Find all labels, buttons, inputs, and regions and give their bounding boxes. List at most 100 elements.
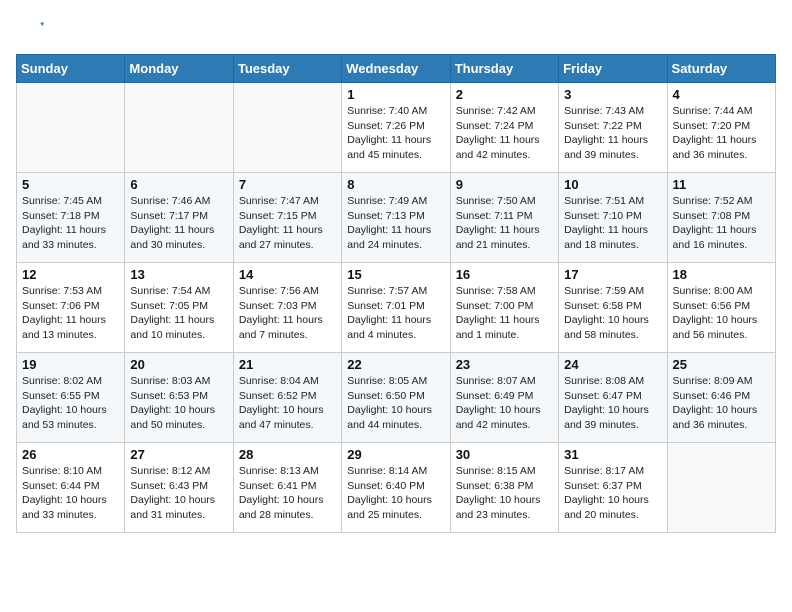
- day-cell: 3 Sunrise: 7:43 AM Sunset: 7:22 PM Daylig…: [559, 83, 667, 173]
- day-cell: 6 Sunrise: 7:46 AM Sunset: 7:17 PM Daylig…: [125, 173, 233, 263]
- day-number: 11: [673, 177, 770, 192]
- day-number: 14: [239, 267, 336, 282]
- day-number: 21: [239, 357, 336, 372]
- col-header-saturday: Saturday: [667, 55, 775, 83]
- day-info: Sunrise: 7:46 AM Sunset: 7:17 PM Dayligh…: [130, 194, 227, 253]
- day-cell: 25Sunrise: 8:09 AM Sunset: 6:46 PM Dayli…: [667, 353, 775, 443]
- day-info: Sunrise: 7:59 AM Sunset: 6:58 PM Dayligh…: [564, 284, 661, 343]
- day-number: 30: [456, 447, 553, 462]
- logo-icon: [16, 16, 44, 44]
- day-number: 16: [456, 267, 553, 282]
- day-number: 27: [130, 447, 227, 462]
- day-cell: 5Sunrise: 7:45 AM Sunset: 7:18 PM Daylig…: [17, 173, 125, 263]
- logo: [16, 16, 48, 44]
- day-info: Sunrise: 8:02 AM Sunset: 6:55 PM Dayligh…: [22, 374, 119, 433]
- day-cell: 17 Sunrise: 7:59 AM Sunset: 6:58 PM Dayli…: [559, 263, 667, 353]
- day-number: 13: [130, 267, 227, 282]
- day-cell: 7 Sunrise: 7:47 AM Sunset: 7:15 PM Daylig…: [233, 173, 341, 263]
- col-header-friday: Friday: [559, 55, 667, 83]
- day-cell: 14Sunrise: 7:56 AM Sunset: 7:03 PM Dayli…: [233, 263, 341, 353]
- day-number: 1: [347, 87, 444, 102]
- day-info: Sunrise: 7:44 AM Sunset: 7:20 PM Dayligh…: [673, 104, 770, 163]
- day-number: 7: [239, 177, 336, 192]
- day-cell: 2 Sunrise: 7:42 AM Sunset: 7:24 PM Daylig…: [450, 83, 558, 173]
- day-info: Sunrise: 8:17 AM Sunset: 6:37 PM Dayligh…: [564, 464, 661, 523]
- day-cell: 1 Sunrise: 7:40 AM Sunset: 7:26 PM Daylig…: [342, 83, 450, 173]
- week-row-3: 12 Sunrise: 7:53 AM Sunset: 7:06 PM Dayli…: [17, 263, 776, 353]
- day-number: 2: [456, 87, 553, 102]
- day-info: Sunrise: 8:12 AM Sunset: 6:43 PM Dayligh…: [130, 464, 227, 523]
- day-cell: 18 Sunrise: 8:00 AM Sunset: 6:56 PM Dayli…: [667, 263, 775, 353]
- calendar-table: SundayMondayTuesdayWednesdayThursdayFrid…: [16, 54, 776, 533]
- day-number: 10: [564, 177, 661, 192]
- day-number: 20: [130, 357, 227, 372]
- day-cell: 13 Sunrise: 7:54 AM Sunset: 7:05 PM Dayli…: [125, 263, 233, 353]
- day-cell: [17, 83, 125, 173]
- day-number: 25: [673, 357, 770, 372]
- day-info: Sunrise: 8:00 AM Sunset: 6:56 PM Dayligh…: [673, 284, 770, 343]
- day-number: 12: [22, 267, 119, 282]
- day-info: Sunrise: 7:52 AM Sunset: 7:08 PM Dayligh…: [673, 194, 770, 253]
- col-header-tuesday: Tuesday: [233, 55, 341, 83]
- day-number: 8: [347, 177, 444, 192]
- day-number: 19: [22, 357, 119, 372]
- day-cell: 26 Sunrise: 8:10 AM Sunset: 6:44 PM Dayli…: [17, 443, 125, 533]
- day-info: Sunrise: 8:13 AM Sunset: 6:41 PM Dayligh…: [239, 464, 336, 523]
- day-number: 6: [130, 177, 227, 192]
- day-cell: 15 Sunrise: 7:57 AM Sunset: 7:01 PM Dayli…: [342, 263, 450, 353]
- day-number: 26: [22, 447, 119, 462]
- col-header-sunday: Sunday: [17, 55, 125, 83]
- day-info: Sunrise: 8:03 AM Sunset: 6:53 PM Dayligh…: [130, 374, 227, 433]
- day-info: Sunrise: 7:42 AM Sunset: 7:24 PM Dayligh…: [456, 104, 553, 163]
- day-info: Sunrise: 7:43 AM Sunset: 7:22 PM Dayligh…: [564, 104, 661, 163]
- day-cell: [125, 83, 233, 173]
- day-info: Sunrise: 8:05 AM Sunset: 6:50 PM Dayligh…: [347, 374, 444, 433]
- day-info: Sunrise: 7:40 AM Sunset: 7:26 PM Dayligh…: [347, 104, 444, 163]
- day-info: Sunrise: 8:10 AM Sunset: 6:44 PM Dayligh…: [22, 464, 119, 523]
- day-cell: 20 Sunrise: 8:03 AM Sunset: 6:53 PM Dayli…: [125, 353, 233, 443]
- day-cell: 19 Sunrise: 8:02 AM Sunset: 6:55 PM Dayli…: [17, 353, 125, 443]
- day-cell: 16 Sunrise: 7:58 AM Sunset: 7:00 PM Dayli…: [450, 263, 558, 353]
- day-info: Sunrise: 8:04 AM Sunset: 6:52 PM Dayligh…: [239, 374, 336, 433]
- day-info: Sunrise: 7:47 AM Sunset: 7:15 PM Dayligh…: [239, 194, 336, 253]
- day-number: 22: [347, 357, 444, 372]
- col-header-wednesday: Wednesday: [342, 55, 450, 83]
- page-header: [16, 16, 776, 44]
- week-row-4: 19 Sunrise: 8:02 AM Sunset: 6:55 PM Dayli…: [17, 353, 776, 443]
- day-number: 15: [347, 267, 444, 282]
- week-row-1: 1 Sunrise: 7:40 AM Sunset: 7:26 PM Daylig…: [17, 83, 776, 173]
- day-cell: [667, 443, 775, 533]
- day-number: 23: [456, 357, 553, 372]
- day-number: 18: [673, 267, 770, 282]
- day-cell: [233, 83, 341, 173]
- day-cell: 11 Sunrise: 7:52 AM Sunset: 7:08 PM Dayli…: [667, 173, 775, 263]
- day-cell: 9 Sunrise: 7:50 AM Sunset: 7:11 PM Daylig…: [450, 173, 558, 263]
- day-number: 24: [564, 357, 661, 372]
- day-cell: 21 Sunrise: 8:04 AM Sunset: 6:52 PM Dayli…: [233, 353, 341, 443]
- day-cell: 12 Sunrise: 7:53 AM Sunset: 7:06 PM Dayli…: [17, 263, 125, 353]
- day-number: 3: [564, 87, 661, 102]
- day-number: 17: [564, 267, 661, 282]
- day-cell: 8 Sunrise: 7:49 AM Sunset: 7:13 PM Daylig…: [342, 173, 450, 263]
- day-info: Sunrise: 7:49 AM Sunset: 7:13 PM Dayligh…: [347, 194, 444, 253]
- calendar-header-row: SundayMondayTuesdayWednesdayThursdayFrid…: [17, 55, 776, 83]
- day-info: Sunrise: 7:50 AM Sunset: 7:11 PM Dayligh…: [456, 194, 553, 253]
- day-number: 4: [673, 87, 770, 102]
- day-info: Sunrise: 8:07 AM Sunset: 6:49 PM Dayligh…: [456, 374, 553, 433]
- day-info: Sunrise: 7:54 AM Sunset: 7:05 PM Dayligh…: [130, 284, 227, 343]
- col-header-monday: Monday: [125, 55, 233, 83]
- week-row-5: 26 Sunrise: 8:10 AM Sunset: 6:44 PM Dayli…: [17, 443, 776, 533]
- day-number: 9: [456, 177, 553, 192]
- day-cell: 31Sunrise: 8:17 AM Sunset: 6:37 PM Dayli…: [559, 443, 667, 533]
- day-number: 28: [239, 447, 336, 462]
- day-info: Sunrise: 7:57 AM Sunset: 7:01 PM Dayligh…: [347, 284, 444, 343]
- day-cell: 29 Sunrise: 8:14 AM Sunset: 6:40 PM Dayli…: [342, 443, 450, 533]
- day-info: Sunrise: 7:58 AM Sunset: 7:00 PM Dayligh…: [456, 284, 553, 343]
- day-info: Sunrise: 7:51 AM Sunset: 7:10 PM Dayligh…: [564, 194, 661, 253]
- day-number: 29: [347, 447, 444, 462]
- day-info: Sunrise: 8:14 AM Sunset: 6:40 PM Dayligh…: [347, 464, 444, 523]
- day-cell: 27 Sunrise: 8:12 AM Sunset: 6:43 PM Dayli…: [125, 443, 233, 533]
- day-info: Sunrise: 7:53 AM Sunset: 7:06 PM Dayligh…: [22, 284, 119, 343]
- col-header-thursday: Thursday: [450, 55, 558, 83]
- day-cell: 22 Sunrise: 8:05 AM Sunset: 6:50 PM Dayli…: [342, 353, 450, 443]
